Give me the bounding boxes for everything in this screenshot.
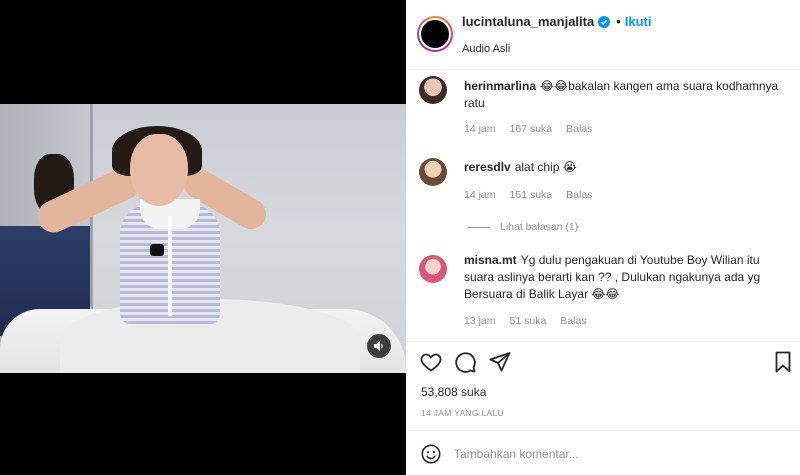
like-count[interactable]: 53,808 suka	[421, 385, 486, 399]
comment-time[interactable]: 13 jam	[464, 315, 496, 327]
reply-button[interactable]: Balas	[566, 123, 592, 135]
comment-likes[interactable]: 151 suka	[510, 189, 553, 201]
view-replies-button[interactable]: Lihat balasan (1)	[468, 221, 578, 233]
comment-time[interactable]: 14 jam	[464, 189, 496, 201]
view-replies-label: Lihat balasan (1)	[500, 221, 579, 233]
post-header: lucintaluna_manjalita • Ikuti Audio Asli	[406, 0, 800, 70]
commenter-avatar[interactable]	[419, 76, 447, 104]
comment-username[interactable]: reresdlv	[464, 160, 511, 174]
follow-separator: •	[616, 14, 621, 29]
comment-time[interactable]: 14 jam	[464, 123, 496, 135]
audio-label[interactable]: Audio Asli	[462, 43, 510, 55]
heart-icon[interactable]	[419, 350, 443, 374]
reply-button[interactable]: Balas	[566, 189, 592, 201]
comment-likes[interactable]: 167 suka	[510, 123, 553, 135]
share-icon[interactable]	[488, 350, 512, 374]
video-frame[interactable]	[0, 104, 406, 373]
post-actions-bar	[406, 341, 800, 381]
bookmark-icon[interactable]	[771, 350, 795, 374]
post-timestamp[interactable]: 14 JAM YANG LALU	[421, 408, 504, 418]
author-username[interactable]: lucintaluna_manjalita	[462, 14, 594, 29]
comment-icon[interactable]	[453, 350, 477, 374]
add-comment-bar	[406, 430, 800, 475]
comment-list[interactable]: herinmarlina 😂😂bakalan kangen ama suara k…	[406, 71, 800, 341]
author-avatar[interactable]	[417, 16, 453, 52]
follow-button[interactable]: Ikuti	[625, 14, 652, 29]
emoji-icon[interactable]	[420, 443, 442, 465]
commenter-avatar[interactable]	[419, 158, 447, 186]
speaker-icon	[374, 341, 383, 351]
post-side-panel: lucintaluna_manjalita • Ikuti Audio Asli…	[406, 0, 800, 475]
divider	[468, 226, 490, 228]
add-comment-input[interactable]	[454, 443, 754, 465]
post-media[interactable]	[0, 0, 406, 475]
comment-username[interactable]: herinmarlina	[464, 79, 536, 93]
comment-username[interactable]: misna.mt	[464, 253, 517, 267]
commenter-avatar[interactable]	[419, 255, 447, 283]
verified-badge-icon	[598, 15, 611, 28]
reply-button[interactable]: Balas	[560, 315, 586, 327]
comment-likes[interactable]: 51 suka	[510, 315, 547, 327]
sound-toggle-button[interactable]	[367, 334, 391, 358]
comment-text: alat chip 😭	[514, 160, 577, 174]
